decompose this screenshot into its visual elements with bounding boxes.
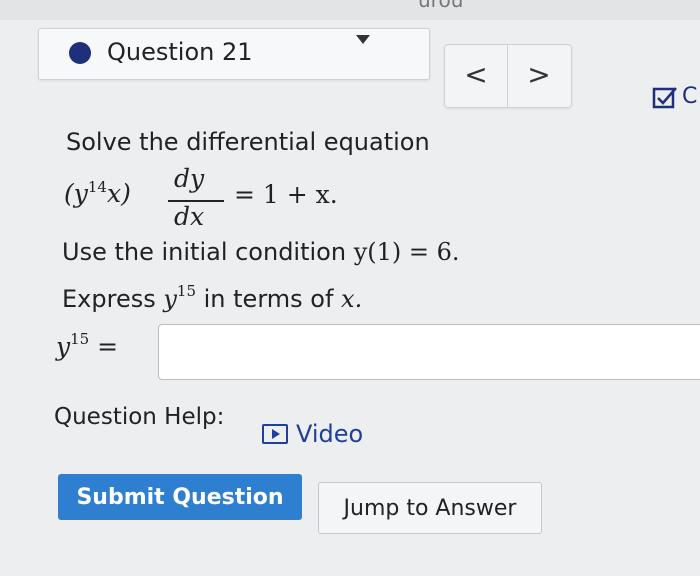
video-help-link[interactable]: Video [262, 420, 363, 448]
jump-to-answer-button[interactable]: Jump to Answer [318, 482, 542, 534]
question-help-label: Question Help: [54, 404, 225, 430]
chevron-down-icon[interactable] [356, 35, 370, 44]
problem-prompt: Solve the differential equation [66, 128, 430, 156]
answer-input[interactable] [158, 324, 700, 380]
differential-equation: (y14x) dy dx = 1 + x. [64, 164, 384, 234]
equation-rhs: = 1 + x. [234, 180, 338, 209]
question-selector[interactable]: Question 21 [38, 28, 430, 80]
top-cutoff-text: urou [418, 0, 464, 12]
previous-question-button[interactable]: < [445, 45, 508, 107]
checkbox-check-icon[interactable] [652, 86, 678, 110]
question-nav: < > [444, 44, 572, 108]
answer-label: y15 = [56, 330, 119, 361]
video-play-icon [262, 424, 288, 444]
next-question-button[interactable]: > [508, 45, 570, 107]
toolbar-cut-label: C [682, 84, 698, 109]
submit-question-button[interactable]: Submit Question [58, 474, 302, 520]
fraction-numerator: dy [174, 164, 205, 193]
question-title: Question 21 [107, 38, 253, 66]
initial-condition: Use the initial condition y(1) = 6. [62, 238, 460, 266]
top-cutoff-bar: urou [0, 0, 700, 20]
fraction-denominator: dx [174, 202, 205, 231]
question-status-dot [69, 42, 91, 64]
express-instruction: Express y15 in terms of x. [62, 282, 363, 313]
equation-lhs: (y14x) [64, 178, 131, 208]
derivative-fraction: dy dx [168, 164, 226, 234]
